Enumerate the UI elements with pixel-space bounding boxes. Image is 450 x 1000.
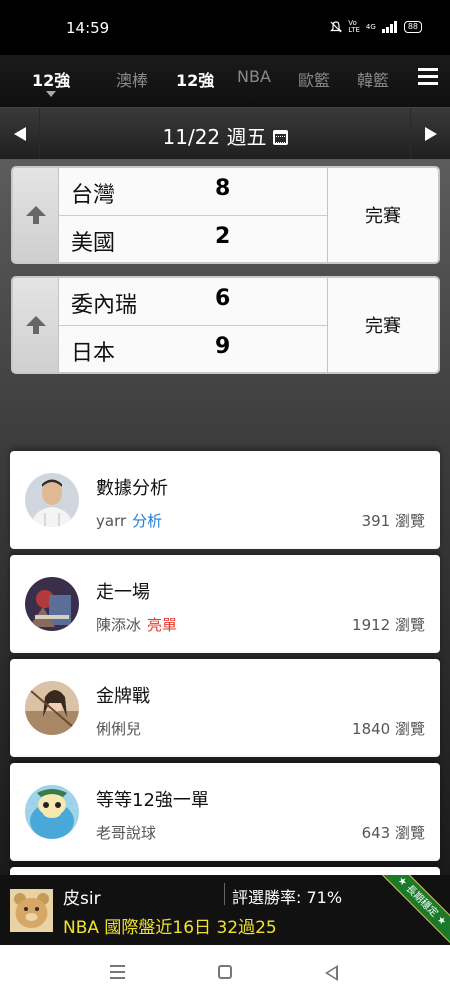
avatar[interactable] (25, 577, 79, 631)
banner-avatar[interactable] (10, 889, 53, 932)
match-card[interactable]: 台灣 8 美國 2 完賽 (11, 166, 440, 264)
post-title: 數據分析 (96, 478, 168, 499)
post-card[interactable]: 等等12強一單 老哥說球 643 瀏覽 (10, 763, 440, 861)
post-author: yarr (96, 512, 127, 530)
team-row: 美國 2 (59, 216, 327, 262)
tipster-name: 皮sir (63, 889, 101, 909)
calendar-icon[interactable] (272, 130, 288, 145)
date-label: 11/22 週五 (162, 125, 267, 149)
post-card[interactable]: 數據分析 yarr 分析 391 瀏覽 (10, 451, 440, 549)
content-area: 台灣 8 美國 2 完賽 委內瑞 6 日本 9 完賽 數據分析 yarr 分析 (0, 159, 450, 965)
team-name: 美國 (71, 231, 116, 256)
post-tag: 亮單 (147, 616, 178, 634)
dropdown-caret-icon[interactable] (46, 91, 56, 97)
expand-match-button[interactable] (13, 278, 59, 372)
next-date-button[interactable] (410, 108, 450, 160)
post-tag: 分析 (132, 512, 163, 530)
post-author: 俐俐兒 (96, 720, 142, 738)
post-title: 走一場 (96, 582, 150, 603)
post-meta: yarr 分析 (96, 510, 162, 531)
post-card[interactable]: 金牌戰 俐俐兒 1840 瀏覽 (10, 659, 440, 757)
match-card[interactable]: 委內瑞 6 日本 9 完賽 (11, 276, 440, 374)
arrow-up-icon (25, 206, 47, 224)
battery-icon: 88 (403, 21, 422, 33)
post-author: 陳添冰 (96, 616, 142, 634)
date-bar: 11/22 週五 (0, 107, 450, 160)
status-bar: 14:59 Vo LTE 4G 88 (0, 0, 450, 55)
status-icons: Vo LTE 4G 88 (330, 20, 422, 34)
post-views: 1840 瀏覽 (352, 720, 425, 738)
post-meta: 老哥說球 (96, 822, 156, 843)
date-selector[interactable]: 11/22 週五 (0, 121, 450, 150)
arrow-right-icon (424, 127, 437, 141)
team-name: 委內瑞 (71, 293, 138, 318)
recent-apps-icon[interactable] (110, 965, 125, 983)
league-tab-bar: 12強 澳棒 12強 NBA 歐籃 韓籃 (0, 55, 450, 107)
signal-icon (381, 21, 397, 33)
win-rate: 評選勝率: 71% (232, 888, 343, 907)
team-row: 委內瑞 6 (59, 278, 327, 326)
team-score: 8 (215, 176, 231, 201)
post-meta: 俐俐兒 (96, 718, 141, 739)
tab-premier12[interactable]: 12強 (176, 67, 214, 91)
tipster-banner[interactable]: 皮sir 評選勝率: 71% NBA 國際盤近16日 32過25 ★ 長期穩定 … (0, 875, 450, 945)
match-status: 完賽 (327, 168, 438, 262)
status-time: 14:59 (66, 19, 110, 37)
post-views: 643 瀏覽 (361, 824, 425, 842)
post-title: 金牌戰 (96, 686, 150, 707)
team-score: 9 (215, 334, 231, 359)
system-nav-bar (0, 945, 450, 1000)
4g-signal-icon: 4G (365, 23, 376, 31)
team-score: 6 (215, 286, 231, 311)
tipster-record: NBA 國際盤近16日 32過25 (63, 918, 277, 938)
stable-ribbon: ★ 長期穩定 ★ (372, 875, 450, 945)
tab-korea-basketball[interactable]: 韓籃 (357, 67, 389, 91)
avatar[interactable] (25, 473, 79, 527)
match-status: 完賽 (327, 278, 438, 372)
expand-match-button[interactable] (13, 168, 59, 262)
post-views: 1912 瀏覽 (352, 616, 425, 634)
avatar[interactable] (25, 681, 79, 735)
post-title: 等等12強一單 (96, 790, 209, 811)
home-icon[interactable] (218, 965, 232, 979)
back-icon[interactable] (325, 965, 338, 981)
team-row: 台灣 8 (59, 168, 327, 216)
tab-euro-basketball[interactable]: 歐籃 (298, 67, 330, 91)
tab-selected-league[interactable]: 12強 (32, 67, 70, 91)
post-meta: 陳添冰 亮單 (96, 614, 177, 635)
team-score: 2 (215, 224, 231, 249)
mute-icon (330, 21, 343, 33)
post-author: 老哥說球 (96, 824, 157, 842)
team-name: 日本 (71, 341, 116, 366)
divider (224, 883, 225, 905)
post-views: 391 瀏覽 (361, 512, 425, 530)
avatar[interactable] (25, 785, 79, 839)
tab-aus-baseball[interactable]: 澳棒 (116, 67, 148, 91)
tab-nba[interactable]: NBA (237, 67, 271, 86)
team-row: 日本 9 (59, 326, 327, 372)
arrow-up-icon (25, 316, 47, 334)
team-name: 台灣 (71, 183, 116, 208)
volte-icon: Vo LTE (348, 19, 360, 34)
post-card[interactable]: 走一場 陳添冰 亮單 1912 瀏覽 (10, 555, 440, 653)
menu-icon[interactable] (418, 68, 438, 86)
